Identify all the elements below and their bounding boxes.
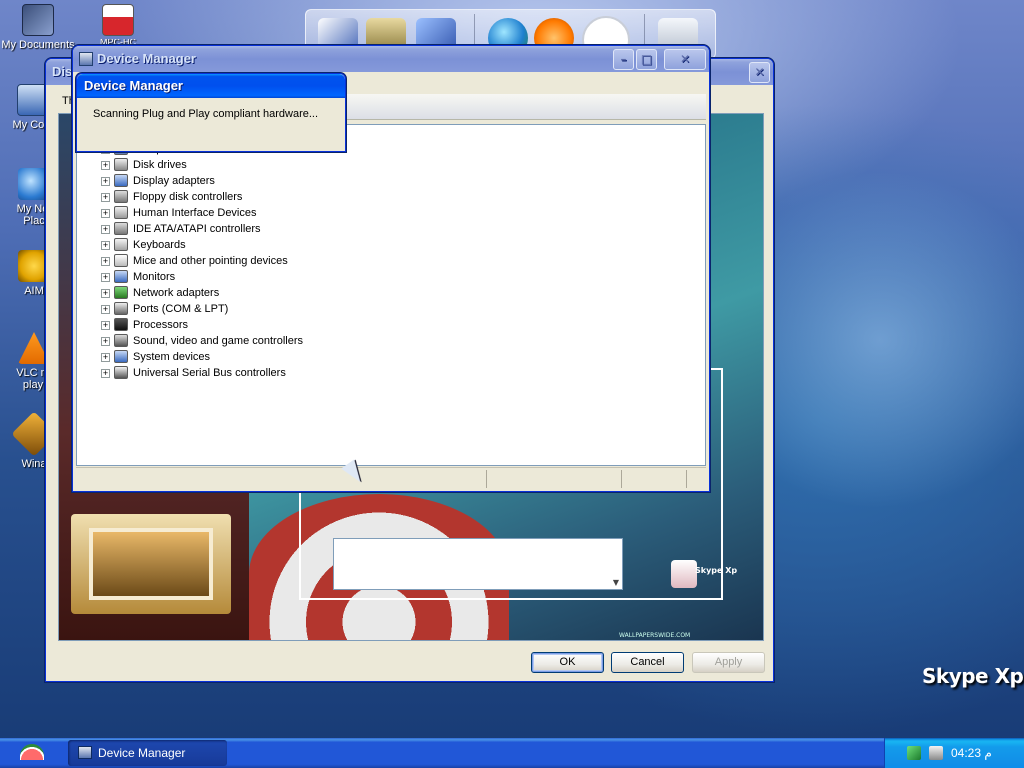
expand-plus-icon[interactable]: + [101, 209, 110, 218]
tree-item[interactable]: + Floppy disk controllers [101, 189, 661, 205]
floppy-controller-icon [114, 190, 128, 203]
skype-preview-icon [671, 560, 697, 588]
scan-progress-dialog: Device Manager Scanning Plug and Play co… [76, 73, 346, 152]
expand-plus-icon[interactable]: + [101, 193, 110, 202]
tree-item[interactable]: + Monitors [101, 269, 661, 285]
sound-icon [114, 334, 128, 347]
disk-drive-icon [114, 158, 128, 171]
tree-item-label: Mice and other pointing devices [133, 255, 288, 267]
expand-plus-icon[interactable]: + [101, 353, 110, 362]
tree-item-label: Monitors [133, 271, 176, 283]
desktop-icon-label: My Documents [1, 39, 75, 51]
device-tree: +Computer+Disk drives+Display adapters+F… [76, 124, 706, 466]
close-icon[interactable]: ✕ [664, 49, 706, 70]
tree-item-label: System devices [133, 351, 211, 363]
tree-item-label: Floppy disk controllers [133, 191, 243, 203]
expand-plus-icon[interactable]: + [101, 241, 110, 250]
tree-item-label: Display adapters [133, 175, 215, 187]
status-bar [76, 467, 706, 489]
computer-icon [78, 746, 92, 759]
expand-plus-icon[interactable]: + [101, 177, 110, 186]
port-icon [114, 302, 128, 315]
monitor-icon [114, 270, 128, 283]
cancel-button[interactable]: Cancel [611, 652, 684, 673]
wallpaper-credit: WALLPAPERSWIDE.COM [619, 632, 691, 639]
taskbar-item-label: Device Manager [98, 746, 186, 760]
tree-item-label: Keyboards [133, 239, 186, 251]
tree-item[interactable]: + Universal Serial Bus controllers [101, 365, 661, 381]
tree-item[interactable]: + Mice and other pointing devices [101, 253, 661, 269]
computer-icon [79, 52, 93, 66]
device-tree-rows: +Computer+Disk drives+Display adapters+F… [101, 141, 701, 461]
hid-icon [114, 206, 128, 219]
processor-icon [114, 318, 128, 331]
expand-plus-icon[interactable]: + [101, 321, 110, 330]
dialog-title: Device Manager [84, 78, 183, 93]
start-button[interactable] [0, 738, 58, 768]
apply-button[interactable]: Apply [692, 652, 765, 673]
taskbar: Device Manager EN 04:23 م [0, 738, 1024, 768]
tree-item[interactable]: + Display adapters [101, 173, 661, 189]
expand-plus-icon[interactable]: + [101, 369, 110, 378]
display-adapter-icon [114, 174, 128, 187]
preview-dropdown-list[interactable]: ▼ [333, 538, 623, 590]
system-device-icon [114, 350, 128, 363]
tree-item[interactable]: + Network adapters [101, 285, 661, 301]
close-icon[interactable]: ✕ [749, 62, 770, 83]
folder-thumbnail [71, 514, 231, 614]
taskbar-item-device-manager[interactable]: Device Manager [68, 740, 227, 766]
tree-item-label: Ports (COM & LPT) [133, 303, 229, 315]
maximize-icon[interactable]: □ [636, 49, 657, 70]
scroll-down-arrow-icon[interactable]: ▼ [613, 578, 619, 587]
system-tray: 04:23 م [884, 738, 1024, 768]
clock[interactable]: 04:23 م [951, 746, 992, 760]
tree-item[interactable]: + System devices [101, 349, 661, 365]
preview-badge: Skype Xp [695, 566, 738, 575]
usb-icon [114, 366, 128, 379]
ok-button[interactable]: OK [531, 652, 604, 673]
tree-item-label: Disk drives [133, 159, 187, 171]
desktop-icon-mpc[interactable]: MPC-HC [81, 4, 155, 45]
tree-item[interactable]: + Ports (COM & LPT) [101, 301, 661, 317]
tree-item-label: Processors [133, 319, 189, 331]
tree-item-label: Sound, video and game controllers [133, 335, 303, 347]
tree-item[interactable]: + Processors [101, 317, 661, 333]
ide-controller-icon [114, 222, 128, 235]
volume-tray-icon[interactable] [929, 746, 943, 760]
expand-plus-icon[interactable]: + [101, 257, 110, 266]
network-tray-icon[interactable] [907, 746, 921, 760]
scan-message: Scanning Plug and Play compliant hardwar… [93, 108, 319, 120]
my-documents-icon [22, 4, 54, 36]
expand-plus-icon[interactable]: + [101, 289, 110, 298]
mpc-player-icon [102, 4, 134, 36]
desktop-icon-my-documents[interactable]: My Documents [1, 4, 75, 51]
mouse-icon [114, 254, 128, 267]
tree-item-label: IDE ATA/ATAPI controllers [133, 223, 261, 235]
tree-item[interactable]: + Keyboards [101, 237, 661, 253]
minimize-icon[interactable]: – [613, 49, 634, 70]
tree-item[interactable]: + IDE ATA/ATAPI controllers [101, 221, 661, 237]
device-manager-titlebar[interactable]: Device Manager – □ ✕ [73, 46, 709, 72]
network-adapter-icon [114, 286, 128, 299]
tree-item-label: Network adapters [133, 287, 220, 299]
tree-item[interactable]: + Sound, video and game controllers [101, 333, 661, 349]
expand-plus-icon[interactable]: + [101, 225, 110, 234]
window-title: Device Manager [97, 51, 196, 66]
tree-item[interactable]: + Disk drives [101, 157, 661, 173]
tree-item-label: Human Interface Devices [133, 207, 257, 219]
watermelon-start-icon [20, 744, 44, 760]
tree-item[interactable]: + Human Interface Devices [101, 205, 661, 221]
scan-dialog-titlebar[interactable]: Device Manager [77, 74, 345, 98]
tree-item-label: Universal Serial Bus controllers [133, 367, 286, 379]
window-title: Dis [52, 64, 73, 79]
skype-watermark: Skype Xp [922, 664, 1024, 688]
keyboard-icon [114, 238, 128, 251]
expand-plus-icon[interactable]: + [101, 337, 110, 346]
expand-plus-icon[interactable]: + [101, 305, 110, 314]
expand-plus-icon[interactable]: + [101, 273, 110, 282]
expand-plus-icon[interactable]: + [101, 161, 110, 170]
